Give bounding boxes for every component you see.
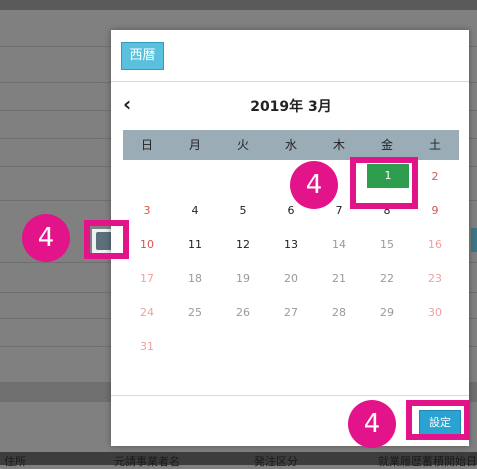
column-header-address: 住所 bbox=[4, 455, 26, 468]
day-cell-empty bbox=[171, 330, 219, 364]
day-cell[interactable]: 31 bbox=[123, 330, 171, 364]
weekday-sat: 土 bbox=[428, 138, 441, 152]
day-cell[interactable]: 29 bbox=[363, 296, 411, 330]
day-cell[interactable]: 18 bbox=[171, 262, 219, 296]
set-button-highlight bbox=[406, 400, 470, 440]
day-cell[interactable]: 13 bbox=[267, 228, 315, 262]
calendar-button-highlight bbox=[84, 220, 129, 259]
calendar-week: 17 18 19 20 21 22 23 bbox=[123, 262, 459, 296]
calendar-week: 31 bbox=[123, 330, 459, 364]
day-cell-empty bbox=[219, 160, 267, 194]
divider bbox=[111, 395, 469, 396]
day-cell[interactable]: 5 bbox=[219, 194, 267, 228]
day-cell[interactable]: 25 bbox=[171, 296, 219, 330]
day-cell[interactable]: 27 bbox=[267, 296, 315, 330]
day-cell-empty bbox=[171, 160, 219, 194]
day-cell[interactable]: 17 bbox=[123, 262, 171, 296]
background-side-tab bbox=[471, 228, 477, 252]
day-cell[interactable]: 9 bbox=[411, 194, 459, 228]
background-top-bar bbox=[0, 0, 477, 10]
month-title: 2019年 3月 bbox=[250, 99, 332, 115]
day-cell-empty bbox=[219, 330, 267, 364]
day-cell-empty bbox=[315, 330, 363, 364]
column-header-order-type: 発注区分 bbox=[254, 455, 298, 468]
day-cell[interactable]: 21 bbox=[315, 262, 363, 296]
day-cell[interactable]: 10 bbox=[123, 228, 171, 262]
chevron-left-icon[interactable]: ‹ bbox=[123, 94, 139, 114]
weekday-fri: 金 bbox=[380, 138, 393, 152]
day-cell-empty bbox=[123, 160, 171, 194]
column-header-history-start: 就業履歴蓄積開始日 bbox=[378, 455, 477, 468]
calendar-week: 24 25 26 27 28 29 30 bbox=[123, 296, 459, 330]
day-cell[interactable]: 20 bbox=[267, 262, 315, 296]
step-marker-calendar: 4 bbox=[22, 214, 70, 262]
day-cell[interactable]: 14 bbox=[315, 228, 363, 262]
day-cell[interactable]: 30 bbox=[411, 296, 459, 330]
day-cell-empty bbox=[411, 330, 459, 364]
day-cell[interactable]: 2 bbox=[411, 160, 459, 194]
weekday-sun: 日 bbox=[140, 138, 153, 152]
divider bbox=[111, 81, 469, 82]
day-cell[interactable]: 16 bbox=[411, 228, 459, 262]
day-cell[interactable]: 4 bbox=[171, 194, 219, 228]
day-cell[interactable]: 24 bbox=[123, 296, 171, 330]
day-cell[interactable]: 11 bbox=[171, 228, 219, 262]
selected-date-highlight bbox=[350, 157, 418, 209]
weekday-header: 日 月 火 水 木 金 土 bbox=[123, 130, 459, 160]
day-cell[interactable]: 12 bbox=[219, 228, 267, 262]
calendar-week: 10 11 12 13 14 15 16 bbox=[123, 228, 459, 262]
day-cell-empty bbox=[267, 330, 315, 364]
day-cell[interactable]: 3 bbox=[123, 194, 171, 228]
day-cell-empty bbox=[363, 330, 411, 364]
day-cell[interactable]: 19 bbox=[219, 262, 267, 296]
day-cell[interactable]: 28 bbox=[315, 296, 363, 330]
step-marker-date: 4 bbox=[290, 161, 338, 209]
day-cell[interactable]: 22 bbox=[363, 262, 411, 296]
day-cell[interactable]: 23 bbox=[411, 262, 459, 296]
weekday-wed: 水 bbox=[284, 138, 297, 152]
date-picker-modal: 西暦 ‹ 2019年 3月 日 月 火 水 木 金 土 1 2 3 4 5 6 … bbox=[111, 30, 469, 446]
weekday-mon: 月 bbox=[188, 138, 201, 152]
weekday-thu: 木 bbox=[332, 138, 345, 152]
era-toggle-button[interactable]: 西暦 bbox=[121, 42, 164, 70]
weekday-tue: 火 bbox=[236, 138, 249, 152]
column-header-contractor: 元請事業者名 bbox=[114, 455, 180, 468]
step-marker-set: 4 bbox=[348, 400, 396, 448]
day-cell[interactable]: 26 bbox=[219, 296, 267, 330]
day-cell[interactable]: 15 bbox=[363, 228, 411, 262]
